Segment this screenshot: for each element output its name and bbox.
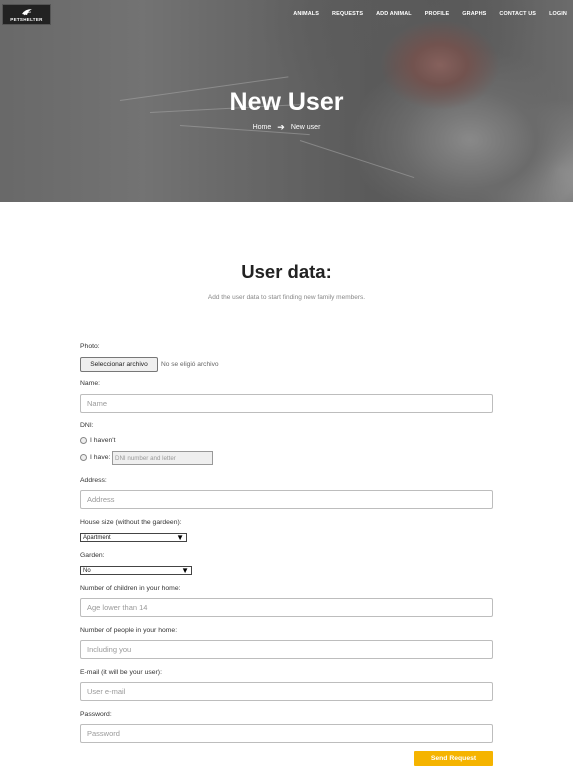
nav-animals[interactable]: ANIMALS [293,11,319,17]
garden-value: No [83,567,91,574]
breadcrumb-home[interactable]: Home [253,124,272,131]
dni-none-radio[interactable] [80,437,87,444]
name-input[interactable] [80,394,493,413]
section-subtitle: Add the user data to start finding new f… [207,294,366,301]
caret-down-icon: ▼ [176,532,184,542]
dni-label: DNI: [80,422,94,429]
file-status: No se eligió archivo [161,361,219,368]
main-nav: ANIMALS REQUESTS ADD ANIMAL PROFILE GRAP… [293,11,567,17]
section-title: User data: [241,261,332,282]
breadcrumb: Home ➔ New user [0,123,573,132]
caret-down-icon: ▼ [181,565,189,575]
people-input[interactable] [80,640,493,659]
breadcrumb-current: New user [290,124,321,131]
brand-logo[interactable]: PETSHELTER [2,4,51,25]
nav-graphs[interactable]: GRAPHS [462,11,486,17]
arrow-right-icon: ➔ [277,122,285,132]
name-label: Name: [80,380,101,387]
password-input[interactable] [80,724,493,743]
dni-option-none[interactable]: I haven't [80,437,115,444]
choose-file-button[interactable]: Seleccionar archivo [80,357,158,372]
address-input[interactable] [80,490,493,509]
garden-select[interactable]: No ▼ [80,566,192,575]
house-size-label: House size (without the gardeen): [80,519,182,526]
photo-label: Photo: [80,343,100,350]
house-size-select[interactable]: Apartment ▼ [80,533,187,542]
dni-option-have[interactable]: I have: [80,454,110,461]
garden-label: Garden: [80,552,105,559]
house-size-value: Apartment [83,534,111,541]
nav-contact-us[interactable]: CONTACT US [499,11,536,17]
dni-have-radio[interactable] [80,454,87,461]
email-label: E-mail (it will be your user): [80,669,162,676]
dni-none-label: I haven't [90,437,116,444]
children-label: Number of children in your home: [80,585,181,592]
nav-add-animal[interactable]: ADD ANIMAL [376,11,412,17]
nav-requests[interactable]: REQUESTS [332,11,363,17]
send-request-button[interactable]: Send Request [414,751,493,766]
dni-number-input[interactable] [112,451,213,465]
password-label: Password: [80,711,112,718]
paw-icon [21,8,32,15]
email-input[interactable] [80,682,493,701]
address-label: Address: [80,477,107,484]
hero-banner: PETSHELTER ANIMALS REQUESTS ADD ANIMAL P… [0,0,573,202]
nav-login[interactable]: LOGIN [549,11,567,17]
dni-have-label: I have: [90,454,111,461]
brand-name: PETSHELTER [10,16,43,22]
people-label: Number of people in your home: [80,627,178,634]
nav-profile[interactable]: PROFILE [425,11,450,17]
children-input[interactable] [80,598,493,617]
page-title: New User [229,88,344,116]
